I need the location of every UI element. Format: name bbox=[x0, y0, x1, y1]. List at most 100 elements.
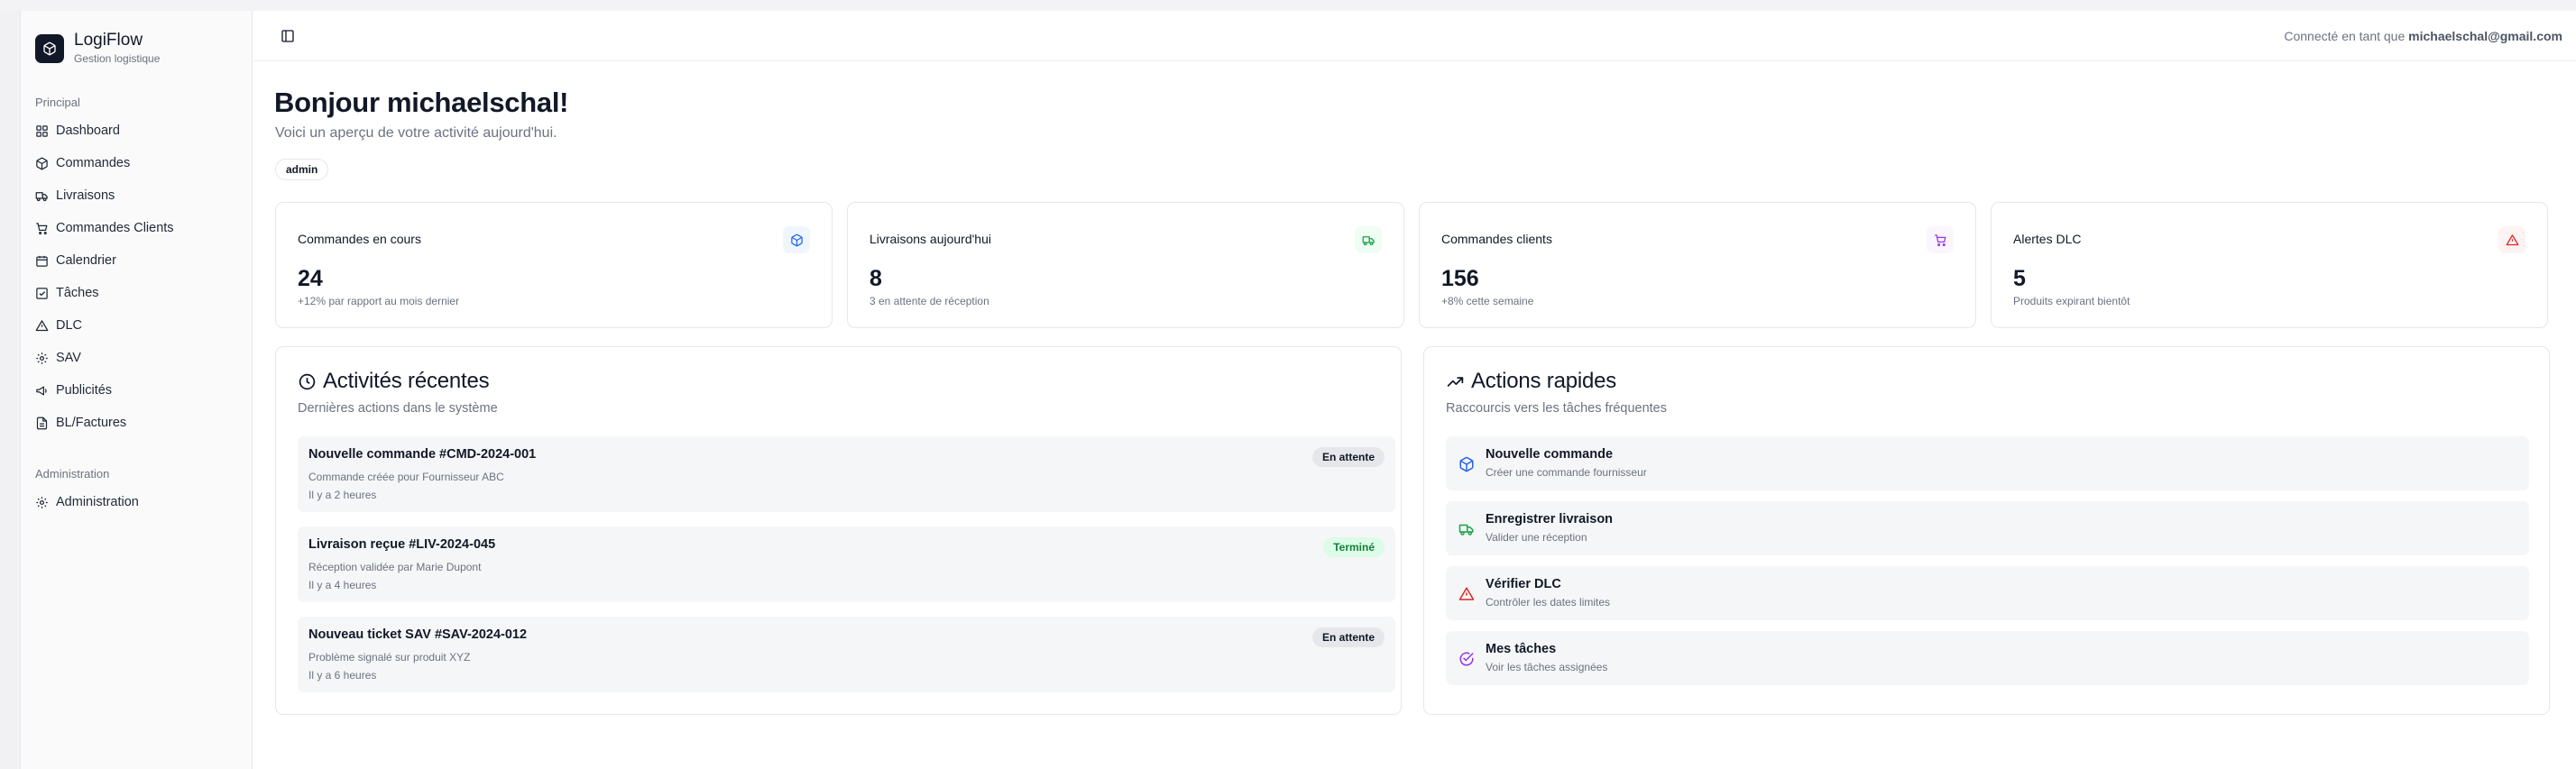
stat-value: 5 bbox=[2013, 266, 2026, 291]
quick-action-verifier-dlc[interactable]: Vérifier DLC Contrôler les dates limites bbox=[1446, 566, 2529, 620]
activity-title: Nouveau ticket SAV #SAV-2024-012 bbox=[308, 627, 528, 642]
sidebar-item-livraisons[interactable]: Livraisons bbox=[35, 185, 115, 206]
file-icon bbox=[36, 417, 48, 429]
activity-item[interactable]: Livraison reçue #LIV-2024-045 Réception … bbox=[298, 526, 1395, 602]
gear-icon bbox=[36, 496, 48, 508]
sidebar-item-label: BL/Factures bbox=[56, 416, 127, 430]
quick-action-title: Enregistrer livraison bbox=[1486, 512, 1614, 526]
login-prefix: Connecté en tant que bbox=[2284, 29, 2406, 43]
stat-card-alertes-dlc: Alertes DLC 5 Produits expirant bientôt bbox=[1991, 202, 2548, 328]
main-content: Connecté en tant que michaelschal@gmail.… bbox=[253, 11, 2576, 769]
sidebar-item-label: Livraisons bbox=[56, 188, 115, 203]
megaphone-icon bbox=[36, 386, 47, 395]
sidebar-item-taches[interactable]: Tâches bbox=[35, 282, 99, 304]
brand-subtitle: Gestion logistique bbox=[74, 52, 161, 65]
panel-subtitle: Raccourcis vers les tâches fréquentes bbox=[1446, 401, 1667, 416]
sidebar-item-dlc[interactable]: DLC bbox=[35, 315, 82, 336]
sidebar-item-commandes[interactable]: Commandes bbox=[35, 152, 130, 174]
activity-time: Il y a 2 heures bbox=[308, 489, 377, 501]
stat-note: +12% par rapport au mois dernier bbox=[298, 295, 460, 307]
sidebar-item-sav[interactable]: SAV bbox=[35, 347, 81, 369]
activity-item[interactable]: Nouveau ticket SAV #SAV-2024-012 Problèm… bbox=[298, 617, 1395, 692]
alert-triangle-icon bbox=[2498, 226, 2525, 253]
activity-desc: Réception validée par Marie Dupont bbox=[308, 561, 482, 573]
status-badge: En attente bbox=[1311, 447, 1385, 467]
quick-actions-panel: Actions rapides Raccourcis vers les tâch… bbox=[1423, 346, 2550, 715]
sidebar-group-admin: Administration bbox=[35, 467, 110, 481]
checkbox-icon bbox=[36, 287, 48, 299]
quick-action-desc: Valider une réception bbox=[1486, 531, 1587, 544]
status-badge: Terminé bbox=[1323, 537, 1385, 557]
quick-action-title: Vérifier DLC bbox=[1486, 577, 1561, 591]
alert-triangle-icon bbox=[35, 319, 49, 331]
sidebar-item-administration[interactable]: Administration bbox=[35, 491, 139, 513]
cart-icon bbox=[1927, 226, 1954, 253]
quick-action-title: Mes tâches bbox=[1486, 642, 1557, 656]
sidebar-group-main: Principal bbox=[35, 96, 80, 109]
sidebar-item-commandes-clients[interactable]: Commandes Clients bbox=[35, 217, 174, 239]
cart-icon bbox=[36, 222, 48, 234]
sidebar-item-label: Commandes bbox=[56, 156, 131, 170]
stat-title: Commandes clients bbox=[1441, 232, 1552, 246]
login-status: Connecté en tant que michaelschal@gmail.… bbox=[2284, 29, 2562, 43]
page-subtitle: Voici un aperçu de votre activité aujour… bbox=[275, 125, 557, 141]
recent-activities-panel: Activités récentes Dernières actions dan… bbox=[275, 346, 1402, 715]
activity-item[interactable]: Nouvelle commande #CMD-2024-001 Commande… bbox=[298, 436, 1395, 512]
stat-note: +8% cette semaine bbox=[1441, 295, 1534, 307]
quick-action-desc: Voir les tâches assignées bbox=[1486, 661, 1608, 673]
package-icon bbox=[1459, 456, 1474, 472]
quick-action-nouvelle-commande[interactable]: Nouvelle commande Créer une commande fou… bbox=[1446, 436, 2529, 490]
brand[interactable]: LogiFlow Gestion logistique bbox=[35, 31, 160, 66]
panel-subtitle: Dernières actions dans le système bbox=[298, 401, 498, 416]
sidebar-item-label: Tâches bbox=[56, 286, 99, 300]
dashboard-icon bbox=[36, 124, 48, 137]
stat-title: Livraisons aujourd'hui bbox=[869, 232, 991, 246]
activity-title: Nouvelle commande #CMD-2024-001 bbox=[308, 447, 537, 462]
sidebar-item-label: Dashboard bbox=[56, 124, 120, 138]
sidebar-item-dashboard[interactable]: Dashboard bbox=[35, 120, 120, 142]
sidebar-item-calendrier[interactable]: Calendrier bbox=[35, 250, 116, 271]
sidebar-item-label: DLC bbox=[56, 318, 83, 333]
sidebar-toggle-icon[interactable] bbox=[281, 29, 295, 43]
status-badge: En attente bbox=[1311, 627, 1385, 647]
package-icon bbox=[36, 157, 48, 169]
stat-value: 156 bbox=[1441, 266, 1479, 291]
top-header: Connecté en tant que michaelschal@gmail.… bbox=[253, 11, 2576, 61]
stat-value: 8 bbox=[869, 266, 882, 291]
activity-title: Livraison reçue #LIV-2024-045 bbox=[308, 537, 496, 552]
calendar-icon bbox=[36, 255, 48, 267]
login-email: michaelschal@gmail.com bbox=[2408, 29, 2562, 43]
check-circle-icon bbox=[1459, 652, 1474, 666]
alert-triangle-icon bbox=[1458, 587, 1475, 600]
activity-time: Il y a 6 heures bbox=[308, 669, 377, 682]
panel-title-text: Actions rapides bbox=[1471, 369, 1617, 393]
quick-action-mes-taches[interactable]: Mes tâches Voir les tâches assignées bbox=[1446, 631, 2529, 685]
quick-action-desc: Contrôler les dates limites bbox=[1486, 596, 1611, 609]
sidebar-item-label: Administration bbox=[56, 495, 139, 509]
stat-note: 3 en attente de réception bbox=[869, 295, 989, 307]
truck-icon bbox=[35, 191, 48, 201]
activity-desc: Problème signalé sur produit XYZ bbox=[308, 651, 471, 664]
activity-time: Il y a 4 heures bbox=[308, 579, 377, 591]
truck-icon bbox=[1355, 226, 1382, 253]
gear-icon bbox=[36, 352, 48, 364]
stat-title: Alertes DLC bbox=[2013, 232, 2082, 246]
stat-note: Produits expirant bientôt bbox=[2013, 295, 2130, 307]
quick-action-desc: Créer une commande fournisseur bbox=[1486, 466, 1647, 479]
stat-card-commandes-clients: Commandes clients 156 +8% cette semaine bbox=[1419, 202, 1976, 328]
package-icon bbox=[783, 226, 810, 253]
truck-icon bbox=[1458, 524, 1474, 536]
sidebar-item-label: Publicités bbox=[56, 383, 113, 398]
sidebar-item-publicites[interactable]: Publicités bbox=[35, 380, 112, 401]
stat-title: Commandes en cours bbox=[298, 232, 421, 246]
sidebar-item-bl-factures[interactable]: BL/Factures bbox=[35, 412, 126, 434]
sidebar: LogiFlow Gestion logistique Principal Da… bbox=[21, 11, 253, 769]
trending-up-icon bbox=[1447, 376, 1464, 387]
panel-title: Activités récentes bbox=[298, 369, 490, 394]
page-title: Bonjour michaelschal! bbox=[274, 87, 569, 118]
stat-value: 24 bbox=[298, 266, 323, 291]
sidebar-item-label: Commandes Clients bbox=[56, 221, 174, 235]
sidebar-item-label: SAV bbox=[56, 351, 81, 365]
quick-action-enregistrer-livraison[interactable]: Enregistrer livraison Valider une récept… bbox=[1446, 501, 2529, 555]
panel-title: Actions rapides bbox=[1446, 369, 1616, 394]
